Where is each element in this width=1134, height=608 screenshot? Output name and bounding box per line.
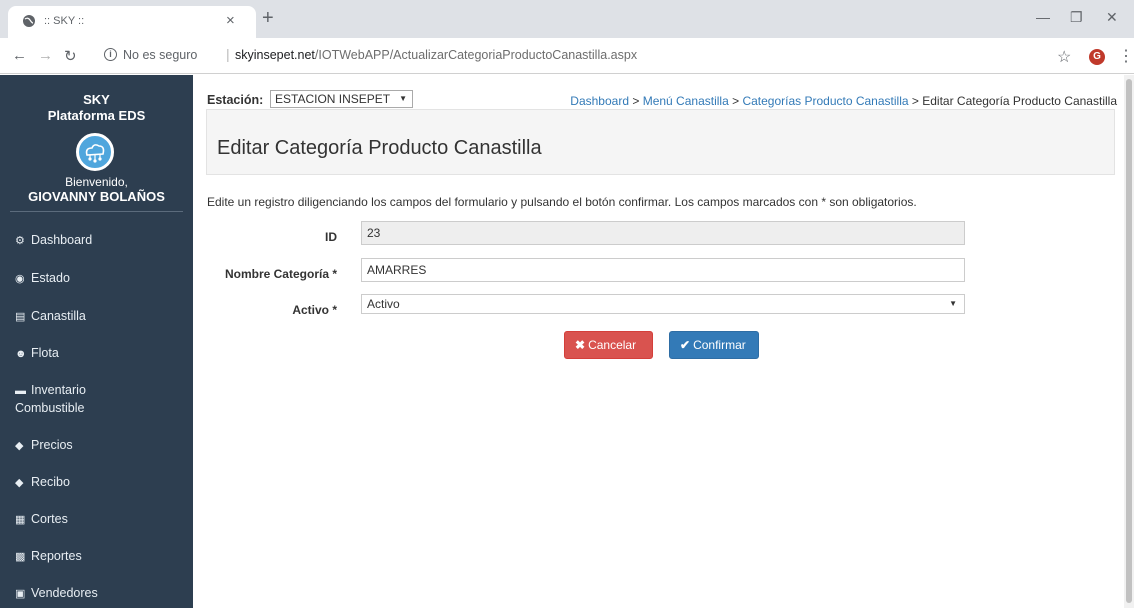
estacion-select[interactable]: ESTACION INSEPET ▼ — [270, 90, 413, 108]
breadcrumb-separator: > — [908, 94, 923, 108]
sidebar-item-precios[interactable]: ◆ Precios — [15, 437, 185, 455]
chevron-down-icon: ▼ — [399, 94, 407, 103]
nombre-categoria-input[interactable]: AMARRES — [361, 258, 965, 282]
estacion-value: ESTACION INSEPET — [275, 92, 391, 106]
info-icon[interactable]: i — [104, 48, 117, 61]
close-icon: ✖ — [575, 338, 586, 352]
url-field[interactable]: i No es seguro | skyinsepet.net/IOTWebAP… — [104, 44, 1064, 68]
calendar-icon: ▦ — [15, 514, 26, 526]
brand-name: SKY — [83, 92, 110, 107]
sidebar: SKY Plataforma EDS Bienvenido, GIOVANNY … — [0, 75, 193, 608]
restore-icon[interactable]: ❐ — [1070, 9, 1083, 26]
url-host: skyinsepet.net — [235, 48, 315, 62]
tab-close-icon[interactable]: × — [226, 12, 235, 29]
sidebar-item-label: Vendedores — [31, 586, 98, 600]
security-status[interactable]: No es seguro — [123, 48, 197, 62]
close-window-icon[interactable]: ✕ — [1106, 9, 1118, 26]
main-content: Estación: ESTACION INSEPET ▼ Dashboard >… — [193, 75, 1124, 608]
breadcrumb-separator: > — [629, 94, 643, 108]
new-tab-button[interactable]: + — [262, 8, 274, 28]
id-card-icon: ▣ — [15, 588, 26, 600]
welcome-text: Bienvenido, — [65, 175, 128, 189]
forward-icon[interactable]: → — [38, 47, 53, 64]
activo-value: Activo — [367, 297, 400, 311]
breadcrumb-menu-canastilla[interactable]: Menú Canastilla — [643, 94, 729, 108]
breadcrumb-current: Editar Categoría Producto Canastilla — [922, 94, 1117, 108]
sidebar-item-canastilla[interactable]: ▤ Canastilla — [15, 308, 185, 326]
sidebar-item-recibo[interactable]: ◆ Recibo — [15, 474, 185, 492]
sidebar-item-cortes[interactable]: ▦ Cortes — [15, 511, 185, 529]
bookmark-star-icon[interactable]: ☆ — [1057, 47, 1071, 67]
form-instructions: Edite un registro diligenciando los camp… — [207, 195, 917, 209]
sidebar-item-label: Estado — [31, 271, 70, 285]
sidebar-item-dashboard[interactable]: ⚙ Dashboard — [15, 232, 185, 250]
group-icon: ☻ — [15, 348, 27, 360]
browser-menu-icon[interactable]: ⋮ — [1118, 46, 1134, 66]
dashboard-icon: ⚙ — [15, 235, 25, 247]
page-scrollbar[interactable] — [1124, 75, 1134, 608]
confirm-button[interactable]: ✔ Confirmar — [669, 331, 759, 359]
breadcrumb: Dashboard > Menú Canastilla > Categorías… — [570, 94, 1117, 108]
hdd-icon: ▬ — [15, 385, 26, 397]
sidebar-item-flota[interactable]: ☻ Flota — [15, 345, 185, 363]
basket-icon: ▤ — [15, 311, 26, 323]
sidebar-item-inventario[interactable]: ▬ Inventario Combustible — [15, 382, 185, 417]
cancel-button-label: Cancelar — [588, 338, 637, 352]
cancel-button[interactable]: ✖ Cancelar — [564, 331, 653, 359]
breadcrumb-categorias[interactable]: Categorías Producto Canastilla — [742, 94, 908, 108]
sidebar-item-estado[interactable]: ◉ Estado — [15, 270, 185, 288]
tags-icon: ◆ — [15, 440, 24, 452]
sidebar-item-label: Recibo — [31, 475, 70, 489]
nombre-categoria-label: Nombre Categoría * — [224, 267, 337, 281]
activo-select[interactable]: Activo ▼ — [361, 294, 965, 314]
id-value: 23 — [367, 226, 381, 240]
tag-icon: ◆ — [15, 477, 24, 489]
id-field: 23 — [361, 221, 965, 245]
back-icon[interactable]: ← — [12, 47, 27, 64]
activo-label: Activo * — [292, 303, 337, 317]
minimize-icon[interactable]: — — [1036, 9, 1050, 25]
chevron-down-icon: ▼ — [949, 299, 957, 308]
sidebar-item-label: Precios — [31, 438, 73, 452]
estacion-label: Estación: — [207, 93, 264, 107]
scrollbar-thumb[interactable] — [1126, 79, 1132, 603]
browser-tab[interactable]: :: SKY :: × — [8, 6, 256, 38]
id-label: ID — [325, 230, 337, 244]
platform-logo — [76, 133, 114, 171]
url-text[interactable]: skyinsepet.net/IOTWebAPP/ActualizarCateg… — [235, 48, 637, 62]
breadcrumb-separator: > — [728, 94, 743, 108]
sidebar-divider — [10, 211, 183, 212]
browser-tab-bar: :: SKY :: × + — ❐ ✕ — [0, 0, 1134, 38]
profile-avatar[interactable]: G — [1089, 49, 1105, 65]
sidebar-item-label-line2: Combustible — [15, 401, 85, 415]
sidebar-item-label: Inventario — [31, 383, 86, 397]
address-bar: ← → ↻ i No es seguro | skyinsepet.net/IO… — [0, 38, 1134, 74]
brand-subtitle: Plataforma EDS — [47, 108, 146, 123]
sidebar-item-label: Dashboard — [31, 233, 93, 247]
url-separator: | — [226, 46, 230, 62]
sidebar-item-label: Reportes — [31, 549, 82, 563]
sidebar-item-reportes[interactable]: ▩ Reportes — [15, 548, 185, 566]
globe-icon — [23, 15, 35, 27]
bar-chart-icon: ▩ — [15, 551, 26, 563]
reload-icon[interactable]: ↻ — [64, 47, 77, 65]
tab-title: :: SKY :: — [44, 15, 85, 27]
cloud-network-icon — [85, 144, 105, 163]
sidebar-item-label: Canastilla — [31, 309, 86, 323]
check-icon: ✔ — [680, 338, 691, 352]
url-path: /IOTWebAPP/ActualizarCategoriaProductoCa… — [314, 48, 638, 62]
nombre-categoria-value: AMARRES — [367, 263, 427, 277]
sidebar-item-vendedores[interactable]: ▣ Vendedores — [15, 585, 185, 603]
breadcrumb-dashboard[interactable]: Dashboard — [570, 94, 629, 108]
confirm-button-label: Confirmar — [693, 338, 746, 352]
sidebar-item-label: Flota — [31, 346, 59, 360]
page-title-panel: Editar Categoría Producto Canastilla — [206, 109, 1115, 175]
username: GIOVANNY BOLAÑOS — [28, 189, 165, 204]
sidebar-item-label: Cortes — [31, 512, 68, 526]
eye-icon: ◉ — [15, 273, 25, 285]
page-title: Editar Categoría Producto Canastilla — [217, 137, 542, 159]
